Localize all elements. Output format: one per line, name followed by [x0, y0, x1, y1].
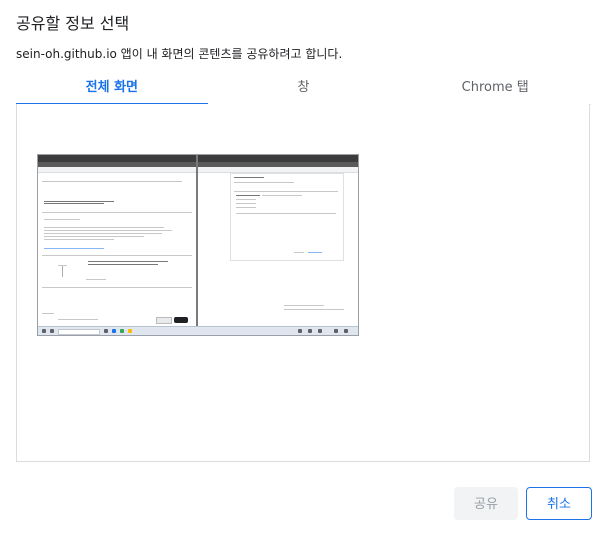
screen-thumbnail-right-display — [198, 155, 358, 321]
tab-entire-screen[interactable]: 전체 화면 — [16, 74, 208, 105]
screen-thumbnail-taskbar — [38, 326, 358, 335]
screen-thumbnail-left-display — [38, 155, 196, 324]
source-tabs: 전체 화면 창 Chrome 탭 — [16, 74, 591, 105]
screen-thumbnail[interactable] — [37, 154, 359, 336]
tab-chrome-tab[interactable]: Chrome 탭 — [399, 74, 591, 104]
screen-preview-pane — [16, 104, 590, 462]
dialog-title: 공유할 정보 선택 — [16, 14, 130, 33]
cancel-button[interactable]: 취소 — [526, 487, 592, 520]
share-button[interactable]: 공유 — [454, 487, 518, 520]
tab-window[interactable]: 창 — [208, 74, 400, 104]
dialog-subtitle: sein-oh.github.io 앱이 내 화면의 콘텐츠를 공유하려고 합니… — [16, 47, 343, 61]
